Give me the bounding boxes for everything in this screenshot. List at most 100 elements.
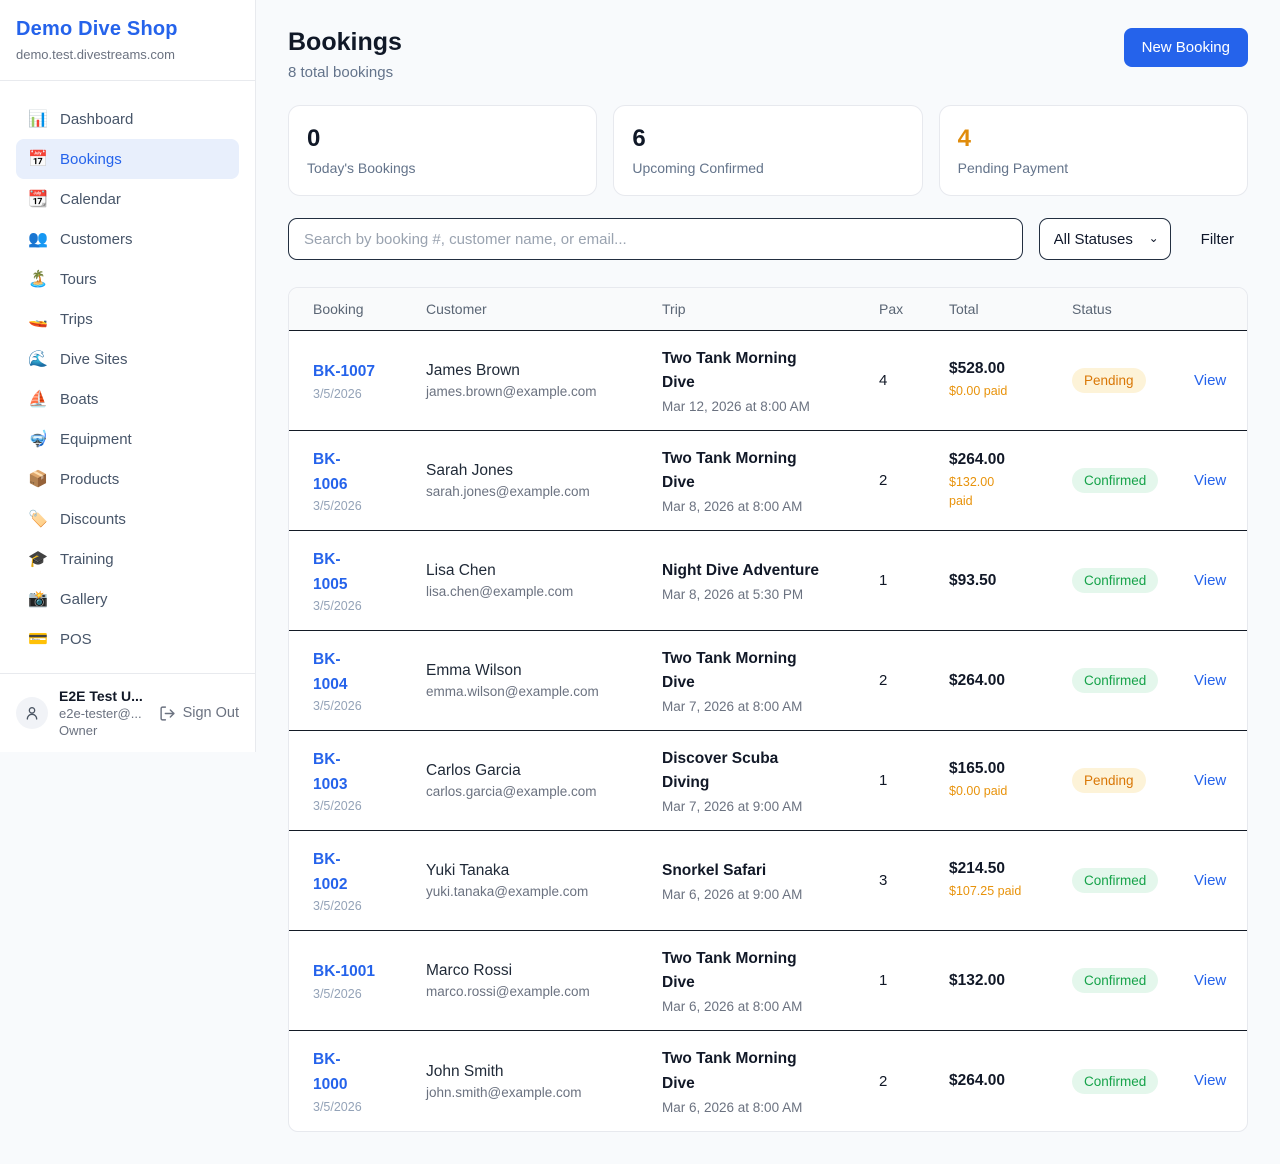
sidebar-item-calendar[interactable]: 📆 Calendar <box>16 179 239 219</box>
status-badge: Confirmed <box>1072 868 1158 893</box>
status-cell: Confirmed <box>1072 968 1194 993</box>
status-cell: Confirmed <box>1072 468 1194 493</box>
view-link[interactable]: View <box>1194 872 1226 889</box>
booking-date: 3/5/2026 <box>313 899 412 913</box>
sidebar-item-label: Discounts <box>60 511 126 528</box>
graduation-cap-icon: 🎓 <box>28 549 48 569</box>
sidebar-item-trips[interactable]: 🚤 Trips <box>16 299 239 339</box>
stat-label: Upcoming Confirmed <box>632 160 903 176</box>
sidebar-item-pos[interactable]: 💳 POS <box>16 619 239 659</box>
sidebar-item-label: Training <box>60 551 114 568</box>
customer-name: Sarah Jones <box>426 462 648 480</box>
paid-amount: $0.00 paid <box>949 782 1058 801</box>
new-booking-button[interactable]: New Booking <box>1124 28 1248 67</box>
sign-out-button[interactable]: Sign Out <box>159 705 239 722</box>
booking-cell: BK- 1006 3/5/2026 <box>313 448 426 514</box>
customer-email: marco.rossi@example.com <box>426 984 648 999</box>
page-header: Bookings 8 total bookings New Booking <box>288 28 1248 81</box>
status-badge: Confirmed <box>1072 668 1158 693</box>
sidebar-item-bookings[interactable]: 📅 Bookings <box>16 139 239 179</box>
booking-id-link[interactable]: BK- 1005 <box>313 548 347 598</box>
sidebar-item-dashboard[interactable]: 📊 Dashboard <box>16 99 239 139</box>
customer-email: john.smith@example.com <box>426 1085 648 1100</box>
status-cell: Confirmed <box>1072 568 1194 593</box>
sidebar-nav: 📊 Dashboard 📅 Bookings 📆 Calendar 👥 Cust… <box>0 81 255 673</box>
sign-out-icon <box>159 705 176 722</box>
booking-id-link[interactable]: BK- 1004 <box>313 648 347 698</box>
view-link[interactable]: View <box>1194 1072 1226 1089</box>
sidebar-item-boats[interactable]: ⛵ Boats <box>16 379 239 419</box>
trip-name: Snorkel Safari <box>662 859 865 883</box>
sidebar-item-gallery[interactable]: 📸 Gallery <box>16 579 239 619</box>
search-input[interactable] <box>288 218 1023 260</box>
sidebar-item-label: Products <box>60 471 119 488</box>
view-link[interactable]: View <box>1194 972 1226 989</box>
trip-name: Two Tank Morning Dive <box>662 947 865 995</box>
customer-name: James Brown <box>426 362 648 380</box>
customer-email: sarah.jones@example.com <box>426 484 648 499</box>
view-cell: View <box>1194 372 1240 390</box>
shop-domain: demo.test.divestreams.com <box>16 47 239 62</box>
status-select[interactable]: All Statuses <box>1039 218 1171 260</box>
view-link[interactable]: View <box>1194 672 1226 689</box>
avatar <box>16 697 48 729</box>
view-link[interactable]: View <box>1194 372 1226 389</box>
package-icon: 📦 <box>28 469 48 489</box>
customer-cell: Yuki Tanaka yuki.tanaka@example.com <box>426 862 662 899</box>
trip-cell: Two Tank Morning Dive Mar 6, 2026 at 8:0… <box>662 1047 879 1114</box>
booking-id-link[interactable]: BK- 1003 <box>313 748 347 798</box>
person-icon <box>24 705 40 721</box>
total-cell: $264.00 $132.00 paid <box>949 451 1072 511</box>
column-header: Booking <box>313 301 426 317</box>
island-icon: 🏝️ <box>28 269 48 289</box>
sidebar-item-products[interactable]: 📦 Products <box>16 459 239 499</box>
customer-cell: John Smith john.smith@example.com <box>426 1063 662 1100</box>
status-cell: Pending <box>1072 768 1194 793</box>
booking-date: 3/5/2026 <box>313 987 412 1001</box>
table-row: BK- 1006 3/5/2026 Sarah Jones sarah.jone… <box>289 431 1247 531</box>
stats-row: 0 Today's Bookings 6 Upcoming Confirmed … <box>288 105 1248 196</box>
page-title: Bookings <box>288 28 402 57</box>
view-link[interactable]: View <box>1194 772 1226 789</box>
booking-date: 3/5/2026 <box>313 799 412 813</box>
total-amount: $165.00 <box>949 760 1058 778</box>
trip-name: Two Tank Morning Dive <box>662 1047 865 1095</box>
booking-id-link[interactable]: BK- 1002 <box>313 848 347 898</box>
table-row: BK- 1003 3/5/2026 Carlos Garcia carlos.g… <box>289 731 1247 831</box>
view-link[interactable]: View <box>1194 572 1226 589</box>
view-link[interactable]: View <box>1194 472 1226 489</box>
table-body: BK-1007 3/5/2026 James Brown james.brown… <box>289 331 1247 1131</box>
total-cell: $93.50 <box>949 572 1072 590</box>
filter-row: All Statuses ⌄ Filter <box>288 218 1248 260</box>
sidebar-item-training[interactable]: 🎓 Training <box>16 539 239 579</box>
trip-name: Two Tank Morning Dive <box>662 647 865 695</box>
stat-card: 0 Today's Bookings <box>288 105 597 196</box>
trip-datetime: Mar 6, 2026 at 8:00 AM <box>662 999 865 1014</box>
sidebar-item-dive-sites[interactable]: 🌊 Dive Sites <box>16 339 239 379</box>
pax-cell: 2 <box>879 672 949 689</box>
filter-button[interactable]: Filter <box>1187 231 1248 248</box>
sidebar-item-equipment[interactable]: 🤿 Equipment <box>16 419 239 459</box>
table-row: BK- 1004 3/5/2026 Emma Wilson emma.wilso… <box>289 631 1247 731</box>
booking-cell: BK- 1005 3/5/2026 <box>313 548 426 614</box>
total-amount: $528.00 <box>949 360 1058 378</box>
status-cell: Confirmed <box>1072 668 1194 693</box>
sidebar-item-tours[interactable]: 🏝️ Tours <box>16 259 239 299</box>
booking-cell: BK- 1000 3/5/2026 <box>313 1048 426 1114</box>
booking-cell: BK-1007 3/5/2026 <box>313 360 426 401</box>
trip-name: Discover Scuba Diving <box>662 747 865 795</box>
column-header: Customer <box>426 301 662 317</box>
booking-id-link[interactable]: BK- 1000 <box>313 1048 347 1098</box>
booking-id-link[interactable]: BK-1001 <box>313 960 375 985</box>
view-cell: View <box>1194 1072 1240 1090</box>
booking-id-link[interactable]: BK-1007 <box>313 360 375 385</box>
booking-id-link[interactable]: BK- 1006 <box>313 448 347 498</box>
customer-email: james.brown@example.com <box>426 384 648 399</box>
sidebar-item-customers[interactable]: 👥 Customers <box>16 219 239 259</box>
sidebar-item-label: Equipment <box>60 431 132 448</box>
status-select-wrap: All Statuses ⌄ <box>1039 218 1171 260</box>
paid-amount: $0.00 paid <box>949 382 1058 401</box>
stat-card: 4 Pending Payment <box>939 105 1248 196</box>
sidebar-item-discounts[interactable]: 🏷️ Discounts <box>16 499 239 539</box>
booking-date: 3/5/2026 <box>313 599 412 613</box>
